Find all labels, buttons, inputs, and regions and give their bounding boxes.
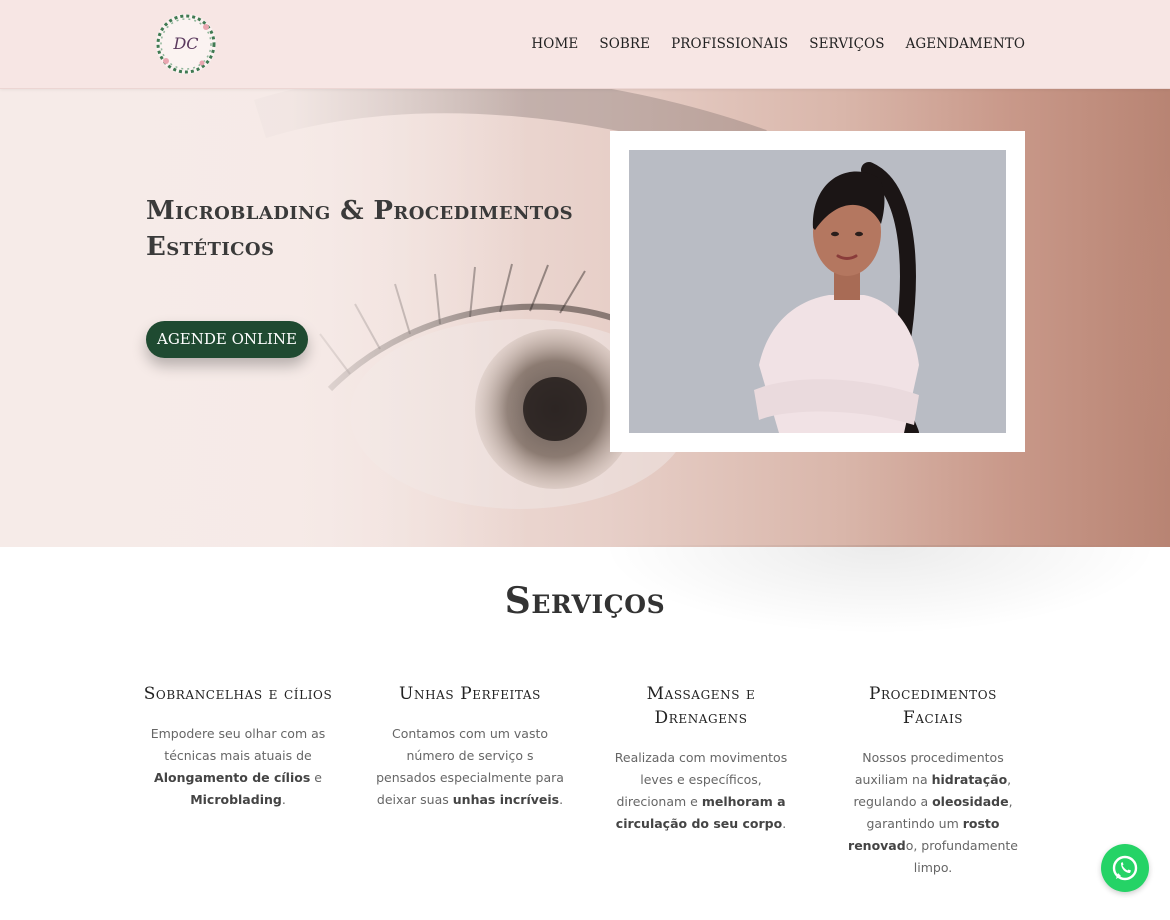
service-description: Realizada com movimentos leves e específ… xyxy=(614,750,788,831)
service-card-massagens: Massagens e Drenagens Realizada com movi… xyxy=(606,682,796,835)
professional-photo xyxy=(629,150,1006,433)
whatsapp-button[interactable] xyxy=(1101,844,1149,892)
main-nav: HOME SOBRE PROFISSIONAIS SERVIÇOS AGENDA… xyxy=(531,36,1025,52)
service-title: Sobrancelhas e cílios xyxy=(143,684,333,704)
logo[interactable]: DC xyxy=(152,11,220,77)
service-title: Unhas Perfeitas xyxy=(399,684,541,704)
service-title: Massagens e Drenagens xyxy=(646,684,756,728)
nav-profissionais[interactable]: PROFISSIONAIS xyxy=(671,36,788,52)
hero-photo-frame xyxy=(610,131,1025,452)
agende-online-button[interactable]: AGENDE ONLINE xyxy=(146,321,308,358)
nav-home[interactable]: HOME xyxy=(531,36,578,52)
service-card-sobrancelhas: Sobrancelhas e cílios Empodere seu olhar… xyxy=(143,682,333,811)
woman-portrait-illustration xyxy=(629,150,1006,433)
svg-text:DC: DC xyxy=(172,34,198,53)
service-title: Procedimentos Faciais xyxy=(868,684,998,728)
nav-sobre[interactable]: SOBRE xyxy=(599,36,650,52)
service-card-faciais: Procedimentos Faciais Nossos procediment… xyxy=(838,682,1028,879)
services-title: Serviços xyxy=(504,580,666,622)
service-description: Empodere seu olhar com as técnicas mais … xyxy=(150,726,326,807)
service-description: Contamos com um vasto número de serviço … xyxy=(376,726,564,807)
service-card-unhas: Unhas Perfeitas Contamos com um vasto nú… xyxy=(375,682,565,811)
nav-agendamento[interactable]: AGENDAMENTO xyxy=(906,36,1025,52)
hero-section: Microblading & Procedimentos Estéticos A… xyxy=(0,89,1170,547)
hero-title: Microblading & Procedimentos Estéticos xyxy=(146,196,574,262)
nav-servicos[interactable]: SERVIÇOS xyxy=(809,36,884,52)
site-header: DC HOME SOBRE PROFISSIONAIS SERVIÇOS AGE… xyxy=(0,0,1170,89)
service-description: Nossos procedimentos auxiliam na hidrata… xyxy=(848,750,1018,875)
logo-wreath-icon: DC xyxy=(156,14,216,74)
whatsapp-icon xyxy=(1112,855,1138,881)
